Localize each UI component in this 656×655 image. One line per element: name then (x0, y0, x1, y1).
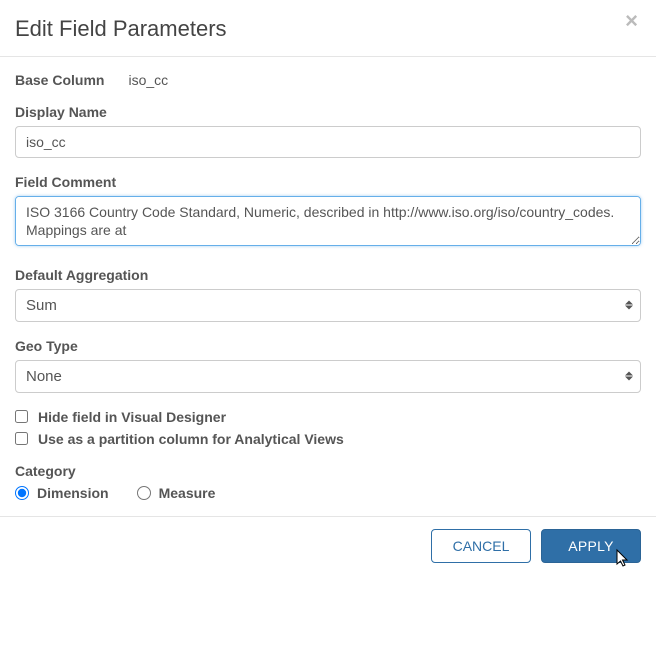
options-row: Hide field in Visual Designer Use as a p… (15, 409, 641, 447)
dialog-body: Base Column iso_cc Display Name Field Co… (0, 57, 656, 516)
category-measure-radio[interactable] (137, 486, 151, 500)
dialog-header: Edit Field Parameters × (0, 0, 656, 57)
display-name-input[interactable] (15, 126, 641, 158)
display-name-label: Display Name (15, 104, 641, 120)
category-measure-option[interactable]: Measure (137, 485, 216, 501)
default-aggregation-label: Default Aggregation (15, 267, 641, 283)
partition-option[interactable]: Use as a partition column for Analytical… (15, 431, 641, 447)
base-column-value: iso_cc (128, 72, 168, 88)
category-dimension-label: Dimension (37, 485, 109, 501)
field-comment-textarea[interactable] (15, 196, 641, 246)
geo-type-row: Geo Type None (15, 338, 641, 393)
base-column-label: Base Column (15, 72, 104, 88)
geo-type-select[interactable]: None (15, 360, 641, 393)
hide-field-label: Hide field in Visual Designer (38, 409, 226, 425)
partition-label: Use as a partition column for Analytical… (38, 431, 344, 447)
dialog-title: Edit Field Parameters (15, 15, 641, 44)
hide-field-checkbox[interactable] (15, 410, 28, 423)
default-aggregation-select[interactable]: Sum (15, 289, 641, 322)
close-button[interactable]: × (619, 8, 644, 34)
category-row: Category Dimension Measure (15, 463, 641, 501)
dialog-footer: CANCEL APPLY (0, 516, 656, 578)
cancel-button[interactable]: CANCEL (431, 529, 531, 563)
field-comment-row: Field Comment (15, 174, 641, 251)
base-column-row: Base Column iso_cc (15, 72, 641, 88)
display-name-row: Display Name (15, 104, 641, 158)
category-dimension-option[interactable]: Dimension (15, 485, 109, 501)
edit-field-parameters-dialog: Edit Field Parameters × Base Column iso_… (0, 0, 656, 578)
category-measure-label: Measure (159, 485, 216, 501)
close-icon: × (625, 8, 638, 33)
apply-button[interactable]: APPLY (541, 529, 641, 563)
field-comment-label: Field Comment (15, 174, 641, 190)
geo-type-label: Geo Type (15, 338, 641, 354)
default-aggregation-row: Default Aggregation Sum (15, 267, 641, 322)
hide-field-option[interactable]: Hide field in Visual Designer (15, 409, 641, 425)
category-label: Category (15, 463, 641, 479)
category-dimension-radio[interactable] (15, 486, 29, 500)
partition-checkbox[interactable] (15, 432, 28, 445)
